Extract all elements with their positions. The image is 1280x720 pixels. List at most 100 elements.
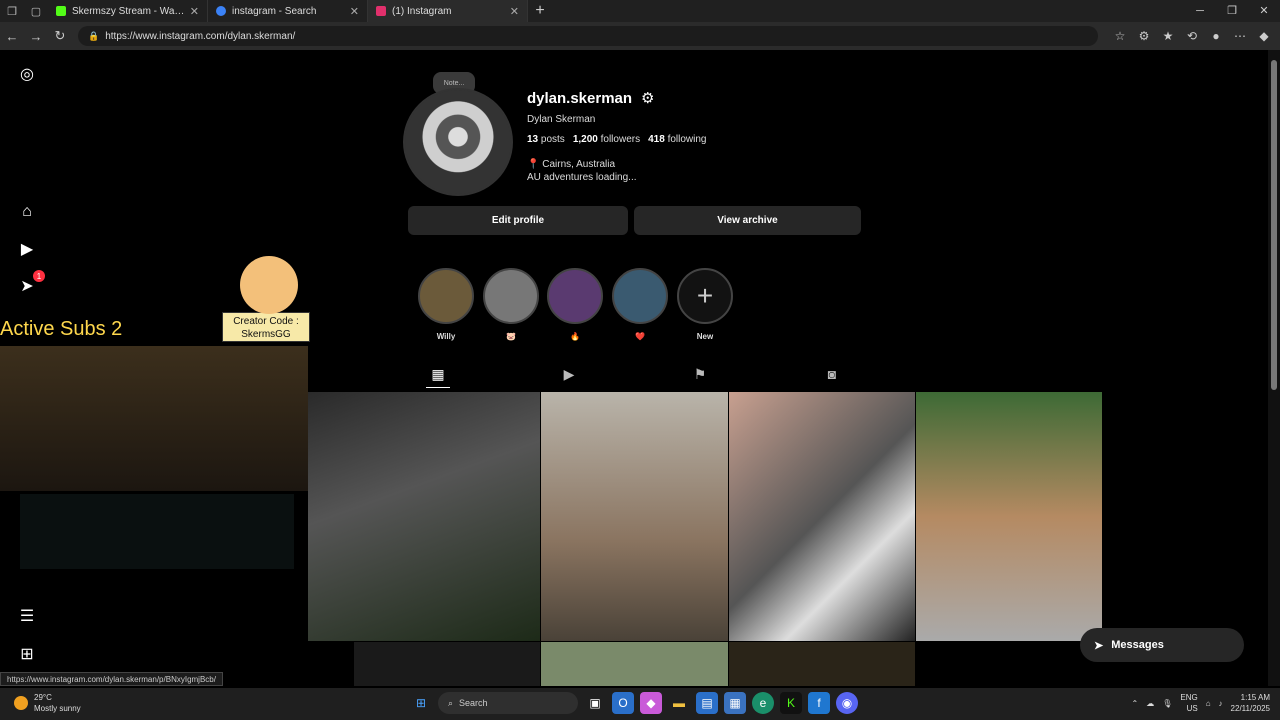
- store-icon[interactable]: ▤: [696, 692, 718, 714]
- story-highlight[interactable]: 🔥: [547, 268, 603, 341]
- view-archive-button[interactable]: View archive: [634, 206, 861, 235]
- copilot-icon[interactable]: ◆: [1252, 29, 1276, 43]
- refresh-icon[interactable]: ↻: [48, 28, 72, 44]
- reels-icon[interactable]: ▶: [17, 239, 37, 259]
- copilot-app-icon[interactable]: ◆: [640, 692, 662, 714]
- profile-full-name: Dylan Skerman: [527, 114, 596, 125]
- extensions-icon[interactable]: ⚙: [1132, 29, 1156, 43]
- profile-tabs: ▦ ▶ ⚑ ◙: [338, 366, 1102, 390]
- instagram-favicon-icon: [376, 6, 386, 16]
- tab-actions-icon[interactable]: ▢: [24, 0, 48, 22]
- reels-tab-icon[interactable]: ▶: [557, 366, 581, 388]
- back-icon[interactable]: ←: [0, 29, 24, 44]
- onedrive-icon[interactable]: ☁: [1146, 699, 1154, 708]
- edit-profile-button[interactable]: Edit profile: [408, 206, 628, 235]
- kick-app-icon[interactable]: K: [780, 692, 802, 714]
- weather-widget[interactable]: 29°C Mostly sunny: [14, 692, 81, 714]
- settings-gear-icon[interactable]: ⚙: [641, 89, 654, 107]
- instagram-page: ◎ ⌂ ▶ ➤ 1 ☰ ⊞ Note... dylan.skerman ⚙ Dy…: [0, 50, 1268, 686]
- webcam-feed: [0, 346, 308, 491]
- following-label: following: [667, 134, 707, 145]
- highlight-cover: [418, 268, 474, 324]
- post-thumbnail[interactable]: [916, 392, 1102, 641]
- creator-code-value: SkermsGG: [241, 329, 291, 340]
- post-thumbnail[interactable]: [729, 392, 915, 641]
- minimize-icon[interactable]: ─: [1184, 0, 1216, 22]
- post-thumbnail[interactable]: [541, 642, 728, 686]
- profile-username: dylan.skerman: [527, 90, 633, 107]
- address-bar[interactable]: 🔒 https://www.instagram.com/dylan.skerma…: [78, 26, 1098, 46]
- mic-icon[interactable]: 🎙: [1162, 699, 1172, 708]
- instagram-logo-icon[interactable]: ◎: [17, 64, 37, 84]
- highlight-label: 🐷: [506, 332, 516, 341]
- browser-tab-bar: ❐ ▢ Skermszy Stream - Watch Live on ✕ in…: [0, 0, 1280, 22]
- browser-tools: ☆ ⚙ ★ ⟲ ● ⋯ ◆: [1108, 29, 1276, 43]
- new-highlight-button[interactable]: + New: [677, 268, 733, 341]
- restore-icon[interactable]: ❐: [1216, 0, 1248, 22]
- more-menu-icon[interactable]: ⋯: [1228, 29, 1252, 43]
- posts-label: posts: [540, 134, 565, 145]
- favorite-star-icon[interactable]: ☆: [1108, 29, 1132, 43]
- task-view-icon[interactable]: ▣: [584, 692, 606, 714]
- tagged-tab-icon[interactable]: ◙: [820, 366, 844, 388]
- file-explorer-icon[interactable]: ▬: [668, 692, 690, 714]
- page-scrollbar[interactable]: [1268, 50, 1280, 686]
- word-icon[interactable]: f: [808, 692, 830, 714]
- start-icon[interactable]: ⊞: [410, 692, 432, 714]
- discord-icon[interactable]: ◉: [836, 692, 858, 714]
- saved-tab-icon[interactable]: ⚑: [688, 366, 712, 388]
- close-tab-icon[interactable]: ✕: [190, 5, 199, 18]
- browser-tab-search[interactable]: instagram - Search ✕: [208, 0, 368, 22]
- edge-icon[interactable]: e: [752, 692, 774, 714]
- send-icon: ➤: [1094, 639, 1104, 652]
- system-tray: ⌃ ☁ 🎙 ENG US ⌂ ♪ 1:15 AM 22/11/2025: [1132, 692, 1271, 714]
- story-highlight[interactable]: 🐷: [483, 268, 539, 341]
- taskbar-apps: ⊞ ⌕ Search ▣ O ◆ ▬ ▤ ▦ e K f ◉: [410, 692, 858, 714]
- windows-taskbar: 29°C Mostly sunny ⊞ ⌕ Search ▣ O ◆ ▬ ▤ ▦ …: [0, 688, 1280, 720]
- new-tab-button[interactable]: +: [528, 2, 552, 20]
- close-tab-icon[interactable]: ✕: [350, 5, 359, 18]
- story-highlight[interactable]: ❤️: [612, 268, 668, 341]
- search-icon: ⌕: [448, 697, 454, 708]
- region-code: US: [1186, 704, 1198, 713]
- following-link[interactable]: 418 following: [648, 134, 706, 145]
- forward-icon[interactable]: →: [24, 29, 48, 44]
- outlook-icon[interactable]: O: [612, 692, 634, 714]
- clock[interactable]: 1:15 AM 22/11/2025: [1231, 692, 1270, 714]
- story-highlight[interactable]: Willy: [418, 268, 474, 341]
- post-thumbnail[interactable]: [354, 642, 540, 686]
- profile-stats: 13 posts 1,200 followers 418 following: [527, 134, 706, 145]
- lock-icon: 🔒: [88, 30, 100, 41]
- highlight-label: Willy: [436, 332, 456, 341]
- lang-code: ENG: [1180, 693, 1198, 702]
- close-tab-icon[interactable]: ✕: [510, 5, 519, 18]
- stream-overlay: Active Subs 2 Creator Code : SkermsGG: [0, 312, 330, 686]
- scrollbar-thumb[interactable]: [1271, 60, 1277, 390]
- workspaces-icon[interactable]: ❐: [0, 0, 24, 22]
- volume-icon[interactable]: ♪: [1219, 699, 1223, 708]
- tab-title: (1) Instagram: [392, 5, 452, 17]
- photos-icon[interactable]: ▦: [724, 692, 746, 714]
- taskbar-search[interactable]: ⌕ Search: [438, 692, 578, 714]
- post-thumbnail[interactable]: [308, 392, 540, 641]
- profile-avatar-icon[interactable]: ●: [1204, 29, 1228, 43]
- followers-link[interactable]: 1,200 followers: [573, 134, 640, 145]
- messages-button[interactable]: ➤ Messages: [1080, 628, 1244, 662]
- history-icon[interactable]: ⟲: [1180, 29, 1204, 43]
- kick-favicon-icon: [56, 6, 66, 16]
- home-icon[interactable]: ⌂: [17, 202, 37, 222]
- language-indicator[interactable]: ENG US: [1180, 692, 1197, 714]
- browser-tab-instagram[interactable]: (1) Instagram ✕: [368, 0, 528, 22]
- post-thumbnail[interactable]: [541, 392, 728, 641]
- profile-avatar[interactable]: [403, 88, 513, 196]
- chevron-up-icon[interactable]: ⌃: [1132, 699, 1139, 708]
- network-icon[interactable]: ⌂: [1206, 699, 1211, 708]
- posts-grid-tab-icon[interactable]: ▦: [426, 366, 450, 388]
- collections-icon[interactable]: ★: [1156, 29, 1180, 43]
- messages-icon[interactable]: ➤ 1: [17, 270, 45, 296]
- close-window-icon[interactable]: ✕: [1248, 0, 1280, 22]
- posts-number: 13: [527, 134, 539, 145]
- post-thumbnail[interactable]: [729, 642, 915, 686]
- browser-tab-kick[interactable]: Skermszy Stream - Watch Live on ✕: [48, 0, 208, 22]
- window-controls: ─ ❐ ✕: [1184, 0, 1280, 22]
